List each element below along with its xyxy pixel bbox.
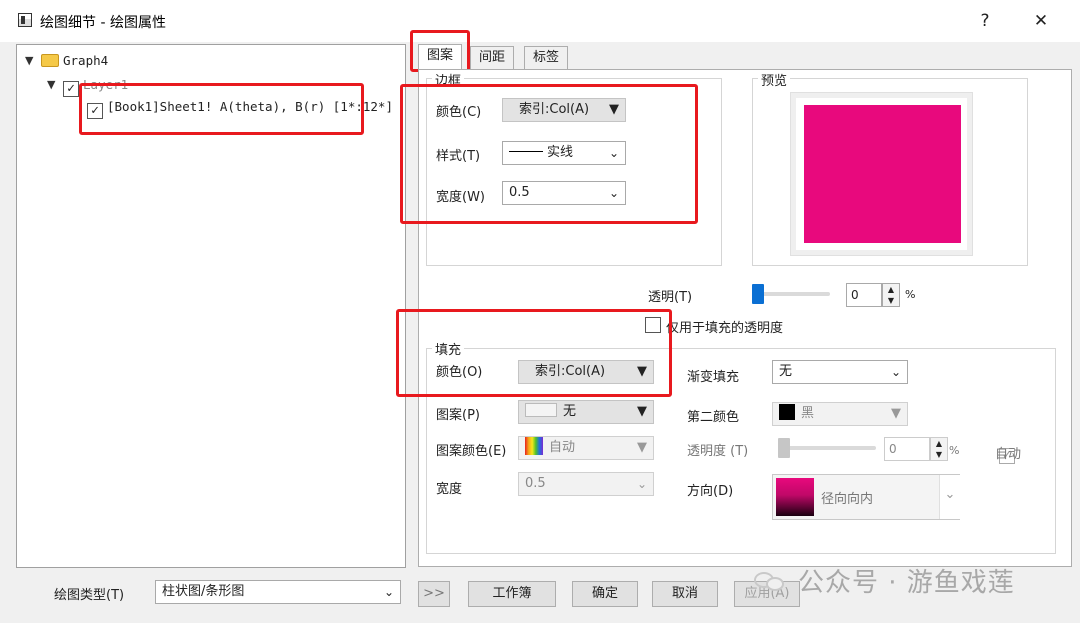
fill-color-label: 颜色(O)	[436, 365, 483, 380]
transparency-label: 透明(T)	[648, 290, 693, 305]
transparency-input[interactable]: 0	[846, 283, 882, 307]
tree-item-layer[interactable]: ✓ Layer1	[63, 75, 129, 97]
chevron-down-icon: ⌄	[636, 477, 647, 491]
tab-pattern[interactable]: 图案	[418, 44, 463, 70]
chevron-down-icon: ⌄	[608, 186, 619, 200]
pattern-swatch-icon	[525, 403, 557, 417]
preview-swatch	[804, 105, 961, 243]
cancel-button[interactable]: 取消	[652, 581, 718, 607]
fill-pattern-value: 无	[563, 404, 577, 419]
border-group-title: 边框	[432, 70, 465, 89]
tab-spacing[interactable]: 间距	[470, 46, 515, 70]
workbook-button[interactable]: 工作簿	[468, 581, 556, 607]
border-style-select[interactable]: 实线 ⌄	[502, 141, 626, 165]
app-icon	[18, 13, 32, 27]
fill-group-title: 填充	[432, 339, 465, 358]
dropdown-arrow-icon: ▼	[637, 364, 647, 379]
fill-opacity-unit: %	[949, 444, 960, 457]
fill-color-value: 索引:Col(A)	[535, 364, 606, 379]
fill-opacity-slider[interactable]	[780, 446, 876, 450]
checkbox-plot[interactable]: ✓	[87, 103, 103, 119]
fill-width-label: 宽度	[436, 482, 463, 497]
chevron-down-icon[interactable]: ▼	[25, 55, 37, 67]
border-width-value: 0.5	[509, 185, 530, 200]
transparency-slider-thumb[interactable]	[752, 284, 764, 304]
direction-value: 径向向内	[821, 492, 874, 507]
help-button[interactable]: ?	[972, 8, 998, 34]
fill-only-checkbox[interactable]	[645, 317, 661, 333]
tree-item-graph-label: Graph4	[63, 53, 109, 68]
rainbow-swatch-icon	[525, 437, 543, 455]
fill-width-select[interactable]: 0.5 ⌄	[518, 472, 654, 496]
fill-opacity-slider-thumb[interactable]	[778, 438, 790, 458]
fill-width-value: 0.5	[525, 476, 546, 491]
chevron-down-icon[interactable]: ▼	[47, 79, 59, 91]
chevron-down-icon: ⌄	[890, 365, 901, 379]
border-style-label: 样式(T)	[436, 149, 481, 164]
ok-button[interactable]: 确定	[572, 581, 638, 607]
fill-only-label: 仅用于填充的透明度	[666, 321, 784, 336]
line-sample-icon	[509, 151, 543, 152]
transparency-unit: %	[905, 288, 916, 301]
direction-label: 方向(D)	[687, 484, 734, 499]
tree-item-plot-label: [Book1]Sheet1! A(theta), B(r) [1*:12*]	[107, 99, 393, 114]
wechat-icon	[752, 566, 788, 594]
tree-item-plot[interactable]: ✓ [Book1]Sheet1! A(theta), B(r) [1*:12*]	[87, 97, 393, 119]
tree-item-layer-label: Layer1	[83, 77, 129, 92]
dropdown-arrow-icon: ▼	[891, 406, 901, 421]
radial-gradient-swatch-icon	[776, 478, 814, 516]
fill-pattern-select[interactable]: 无 ▼	[518, 400, 654, 424]
tab-labels[interactable]: 标签	[524, 46, 569, 70]
expand-button[interactable]: >>	[418, 581, 450, 607]
plot-type-select[interactable]: 柱状图/条形图 ⌄	[155, 580, 401, 604]
checkbox-layer[interactable]: ✓	[63, 81, 79, 97]
transparency-slider[interactable]	[754, 292, 830, 296]
border-width-select[interactable]: 0.5 ⌄	[502, 181, 626, 205]
folder-icon	[41, 54, 59, 67]
second-color-select[interactable]: 黑 ▼	[772, 402, 908, 426]
tree-item-graph[interactable]: Graph4	[41, 51, 108, 71]
fill-opacity-label: 透明度 (T)	[687, 444, 749, 459]
fill-pattern-label: 图案(P)	[436, 408, 480, 423]
second-color-value: 黑	[801, 406, 815, 421]
dropdown-arrow-icon: ▼	[609, 102, 619, 117]
plot-type-label: 绘图类型(T)	[54, 588, 125, 603]
transparency-spinner[interactable]: ▲ ▼	[882, 283, 900, 307]
pattern-color-value: 自动	[549, 440, 576, 455]
close-button[interactable]: ✕	[1028, 8, 1054, 34]
black-swatch-icon	[779, 404, 795, 420]
dropdown-arrow-icon: ▼	[637, 440, 647, 455]
window-title: 绘图细节 - 绘图属性	[40, 15, 166, 31]
fill-opacity-input[interactable]: 0	[884, 437, 930, 461]
border-color-label: 颜色(C)	[436, 105, 482, 120]
fill-opacity-spinner[interactable]: ▲ ▼	[930, 437, 948, 461]
pattern-color-label: 图案颜色(E)	[436, 444, 507, 459]
gradient-value: 无	[779, 364, 793, 379]
fill-color-select[interactable]: 索引:Col(A) ▼	[518, 360, 654, 384]
border-color-value: 索引:Col(A)	[519, 102, 590, 117]
plot-tree[interactable]: ▼ Graph4 ▼ ✓ Layer1 ✓ [Book1]Sheet1! A(the…	[16, 44, 406, 568]
preview-group-title: 预览	[758, 70, 791, 89]
chevron-down-icon: ⌄	[383, 585, 394, 599]
gradient-label: 渐变填充	[687, 370, 740, 385]
gradient-select[interactable]: 无 ⌄	[772, 360, 908, 384]
watermark-text: 公众号 · 游鱼戏莲	[798, 568, 1015, 598]
border-style-value: 实线	[547, 145, 574, 160]
dropdown-arrow-icon: ▼	[637, 404, 647, 419]
border-color-select[interactable]: 索引:Col(A) ▼	[502, 98, 626, 122]
pattern-color-select[interactable]: 自动 ▼	[518, 436, 654, 460]
direction-select[interactable]: 径向向内 ⌄	[772, 474, 960, 520]
auto-label: 自动	[995, 447, 1022, 462]
chevron-down-icon: ⌄	[608, 146, 619, 160]
second-color-label: 第二颜色	[687, 410, 740, 425]
chevron-down-icon: ⌄	[939, 475, 960, 519]
plot-type-value: 柱状图/条形图	[162, 584, 245, 599]
border-width-label: 宽度(W)	[436, 190, 485, 205]
